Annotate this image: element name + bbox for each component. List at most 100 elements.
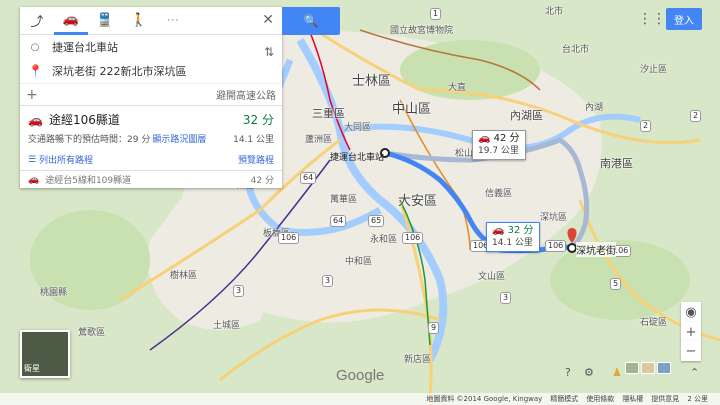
origin-label: 捷運台北車站 bbox=[330, 153, 385, 163]
alternative-route[interactable]: 🚗 途經台5線和109縣道 42 分 bbox=[20, 170, 282, 188]
lite-mode-link[interactable]: 精簡模式 bbox=[550, 394, 578, 404]
scale-label: 2 公里 bbox=[687, 395, 708, 403]
thumbnail[interactable] bbox=[657, 362, 671, 374]
map-data-attribution: 地圖資料 ©2014 Google, Kingway bbox=[426, 395, 543, 403]
car-icon: 🚗 bbox=[492, 225, 505, 236]
earth-view-toggle[interactable]: 衛星 bbox=[20, 330, 70, 378]
route-options-row: + 避開高速公路 bbox=[20, 83, 282, 105]
add-destination-icon[interactable]: + bbox=[26, 87, 44, 103]
selected-route[interactable]: 🚗 途經106縣道 32 分 交通路暢下的預估時間：29 分 顯示路況圖層 14… bbox=[20, 105, 282, 170]
road-shield: 5 bbox=[610, 278, 622, 290]
place-label: 樹林區 bbox=[170, 271, 198, 281]
zoom-in-button[interactable]: + bbox=[681, 322, 701, 342]
callout-time: 32 分 bbox=[507, 225, 534, 236]
walking-mode-icon[interactable]: 🚶 bbox=[122, 7, 156, 35]
swap-icon[interactable]: ⇅ bbox=[264, 45, 274, 59]
destination-field[interactable]: 📍 深坑老街 222新北市深坑區 bbox=[20, 59, 282, 83]
more-modes-icon[interactable]: ⋯ bbox=[156, 7, 190, 35]
thumbnail[interactable] bbox=[641, 362, 655, 374]
place-label: 南港區 bbox=[600, 157, 633, 170]
callout-distance: 14.1 公里 bbox=[492, 238, 533, 248]
place-label: 中山區 bbox=[392, 102, 432, 117]
best-mode-icon[interactable]: ⤴ bbox=[20, 7, 54, 35]
thumbnail[interactable] bbox=[625, 362, 639, 374]
destination-value: 深坑老街 222新北市深坑區 bbox=[52, 65, 187, 78]
route-distance: 14.1 公里 bbox=[233, 135, 274, 145]
car-icon: 🚗 bbox=[478, 133, 491, 144]
road-shield: 3 bbox=[233, 285, 245, 297]
place-label: 鶯歌區 bbox=[78, 328, 106, 338]
route-time: 32 分 bbox=[242, 113, 274, 127]
road-shield: 106 bbox=[278, 232, 300, 244]
callout-distance: 19.7 公里 bbox=[478, 146, 519, 156]
close-icon[interactable]: ✕ bbox=[262, 12, 274, 28]
road-shield: 3 bbox=[500, 292, 512, 304]
map-footer: 地圖資料 ©2014 Google, Kingway 精簡模式 使用條款 隱私權… bbox=[0, 393, 720, 405]
list-icon: ☰ bbox=[28, 154, 39, 165]
origin-field[interactable]: ○ 捷運台北車站 bbox=[20, 35, 282, 59]
travel-mode-bar: ⤴ 🚗 🚆 🚶 ⋯ ✕ bbox=[20, 7, 282, 35]
road-shield: 106 bbox=[402, 232, 424, 244]
list-routes-link[interactable]: 列出所有路程 bbox=[39, 153, 93, 166]
place-label: 北市 bbox=[545, 7, 564, 17]
search-icon: 🔍 bbox=[303, 14, 319, 28]
road-shield: 9 bbox=[428, 322, 440, 334]
transit-mode-icon[interactable]: 🚆 bbox=[88, 7, 122, 35]
road-shield: 64 bbox=[300, 172, 317, 184]
terms-link[interactable]: 使用條款 bbox=[586, 394, 614, 404]
place-label: 汐止區 bbox=[640, 65, 668, 75]
expand-icon[interactable]: ⌃ bbox=[690, 366, 699, 379]
place-label: 石碇區 bbox=[640, 318, 668, 328]
alt-route-via: 途經台5線和109縣道 bbox=[45, 176, 132, 186]
destination-label: 深坑老街 bbox=[576, 242, 616, 257]
place-label: 大安區 bbox=[398, 194, 438, 209]
road-shield: 2 bbox=[690, 110, 702, 122]
place-label: 土城區 bbox=[213, 321, 241, 331]
road-shield: 1 bbox=[430, 8, 442, 20]
road-shield: 106 bbox=[545, 240, 567, 252]
show-traffic-link[interactable]: 顯示路況圖層 bbox=[152, 132, 206, 145]
place-label: 文山區 bbox=[478, 272, 506, 282]
imagery-thumbnails[interactable] bbox=[625, 362, 671, 374]
zoom-out-button[interactable]: − bbox=[681, 341, 701, 361]
main-route-callout[interactable]: 🚗 32 分 14.1 公里 bbox=[486, 222, 540, 252]
alt-route-callout[interactable]: 🚗 42 分 19.7 公里 bbox=[472, 130, 526, 160]
place-label: 中和區 bbox=[345, 257, 373, 267]
place-label: 大直 bbox=[448, 83, 467, 93]
alt-route-time: 42 分 bbox=[250, 176, 274, 186]
place-label: 台北市 bbox=[562, 45, 590, 55]
place-label: 新店區 bbox=[404, 355, 432, 365]
callout-time: 42 分 bbox=[493, 133, 520, 144]
place-label: 內湖區 bbox=[510, 109, 543, 122]
settings-icon[interactable]: ⚙ bbox=[584, 366, 594, 379]
place-label: 三重區 bbox=[312, 107, 345, 120]
my-location-icon[interactable]: ◉ bbox=[681, 302, 701, 322]
place-label: 深坑區 bbox=[540, 213, 568, 223]
car-icon: 🚗 bbox=[28, 174, 40, 185]
place-label: 蘆洲區 bbox=[305, 135, 333, 145]
privacy-link[interactable]: 隱私權 bbox=[622, 394, 643, 404]
road-shield: 64 bbox=[330, 215, 347, 227]
origin-value: 捷運台北車站 bbox=[52, 41, 118, 54]
help-icon[interactable]: ? bbox=[565, 366, 571, 379]
place-label: 桃園縣 bbox=[40, 288, 68, 298]
route-via: 途經106縣道 bbox=[48, 113, 120, 127]
road-shield: 2 bbox=[640, 120, 652, 132]
place-label: 永和區 bbox=[370, 235, 398, 245]
google-logo: Google bbox=[336, 367, 385, 384]
destination-pin-icon: 📍 bbox=[28, 64, 43, 78]
road-shield: 65 bbox=[368, 215, 385, 227]
road-shield: 3 bbox=[322, 275, 334, 287]
pegman-icon[interactable]: ♟ bbox=[612, 366, 622, 379]
car-icon: 🚗 bbox=[28, 112, 43, 127]
avoid-highways-link[interactable]: 避開高速公路 bbox=[216, 87, 276, 102]
preview-route-link[interactable]: 預覽路程 bbox=[238, 153, 274, 166]
sign-in-button[interactable]: 登入 bbox=[666, 8, 702, 30]
feedback-link[interactable]: 提供意見 bbox=[651, 394, 679, 404]
place-label: 士林區 bbox=[352, 74, 392, 89]
place-label: 萬華區 bbox=[330, 195, 358, 205]
search-button[interactable]: 🔍 bbox=[282, 7, 340, 35]
traffic-estimate: 交通路暢下的預估時間：29 分 bbox=[28, 135, 151, 145]
driving-mode-icon[interactable]: 🚗 bbox=[54, 7, 88, 35]
earth-label: 衛星 bbox=[24, 364, 40, 373]
